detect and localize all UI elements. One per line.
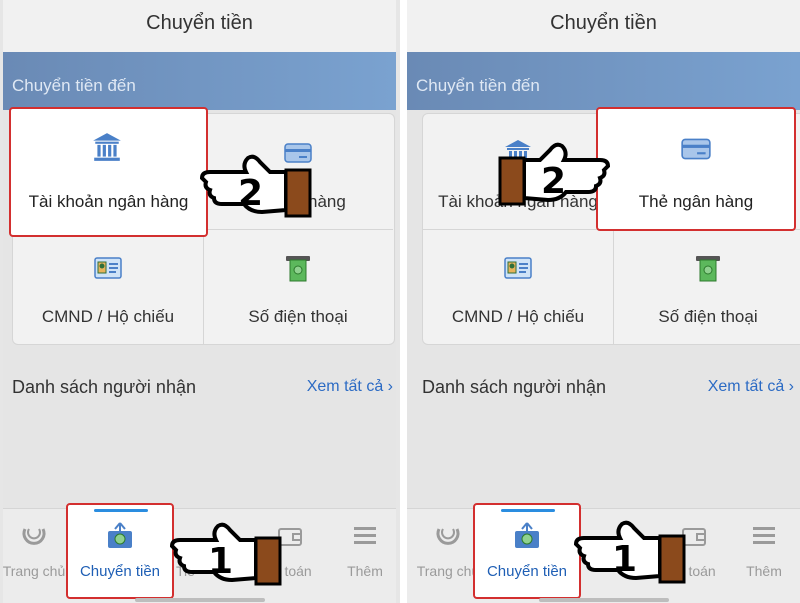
atm-money-icon [286,256,310,282]
option-bank-account-label: Tài khoản ngân hàng [28,192,189,211]
option-id-card[interactable]: CMND / Hộ chiếu [423,229,614,344]
app-header: Chuyển tiền [3,0,396,53]
view-all-link[interactable]: Xem tất cả › [708,378,794,396]
option-id-card-label: CMND / Hộ chiếu [451,307,585,326]
chevron-right-icon: › [387,378,393,395]
pointing-hand-step-1: 1 [572,506,687,586]
section-banner: Chuyển tiền đến [3,52,396,110]
option-id-card-label: CMND / Hộ chiếu [41,307,175,326]
nav-transfer-label: Chuyển tiền [79,563,161,580]
option-bank-card-label-partial: hàng [308,192,346,211]
nav-transfer-label: Chuyển tiền [486,563,568,580]
home-logo-icon [436,528,460,545]
recipients-row: Danh sách người nhận Xem tất cả › [12,377,393,401]
id-card-icon [504,257,532,279]
bank-icon [93,133,121,161]
credit-card-icon [681,138,711,160]
step-2-label: 2 [541,161,567,202]
nav-transfer-active[interactable]: Chuyển tiền [473,503,581,599]
step-2-label: 2 [238,173,264,214]
option-id-card[interactable]: CMND / Hộ chiếu [13,229,204,344]
nav-home-label: Trang chủ [3,563,66,579]
view-all-label: Xem tất cả [306,378,384,395]
menu-icon [354,527,376,544]
nav-transfer-active[interactable]: Chuyển tiền [66,503,174,599]
recipients-row: Danh sách người nhận Xem tất cả › [422,377,794,401]
nav-more[interactable]: Thêm [326,509,396,603]
left-screenshot: Chuyển tiền Chuyển tiền đến hàng CMND / [3,0,396,603]
app-header: Chuyển tiền [407,0,800,53]
screen-title: Chuyển tiền [550,12,657,34]
step-1-label: 1 [612,539,638,580]
home-logo-icon [22,528,46,545]
option-phone[interactable]: Số điện thoại [203,229,393,344]
pointing-hand-step-2: 2 [198,140,313,220]
option-phone[interactable]: Số điện thoại [613,229,800,344]
id-card-icon [94,257,122,279]
pointing-hand-step-1: 1 [168,508,283,588]
menu-icon [753,527,775,544]
step-1-label: 1 [208,541,234,582]
money-transfer-icon [515,522,539,548]
nav-more-label: Thêm [347,563,383,579]
chevron-right-icon: › [788,378,794,395]
screen-title: Chuyển tiền [146,12,253,34]
atm-money-icon [696,256,720,282]
panel-divider [400,0,407,603]
nav-more-label: Thêm [746,563,782,579]
bank-card-highlight[interactable]: Thẻ ngân hàng [596,107,796,231]
nav-more[interactable]: Thêm [725,509,800,603]
view-all-link[interactable]: Xem tất cả › [307,378,393,396]
section-banner: Chuyển tiền đến [407,52,800,110]
option-bank-card-label: Thẻ ngân hàng [638,192,754,211]
money-transfer-icon [108,522,132,548]
option-phone-label: Số điện thoại [248,307,348,326]
nav-home[interactable]: Trang chủ [3,509,73,603]
recipients-label: Danh sách người nhận [12,377,196,397]
section-label: Chuyển tiền đến [416,76,540,95]
option-phone-label: Số điện thoại [658,307,758,326]
pointing-hand-step-2: 2 [497,128,612,208]
view-all-label: Xem tất cả [707,378,785,395]
section-label: Chuyển tiền đến [12,76,136,95]
recipients-label: Danh sách người nhận [422,377,606,397]
right-screenshot: Chuyển tiền Chuyển tiền đến Tài khoản ng… [407,0,800,603]
bank-account-highlight[interactable]: Tài khoản ngân hàng [9,107,208,237]
